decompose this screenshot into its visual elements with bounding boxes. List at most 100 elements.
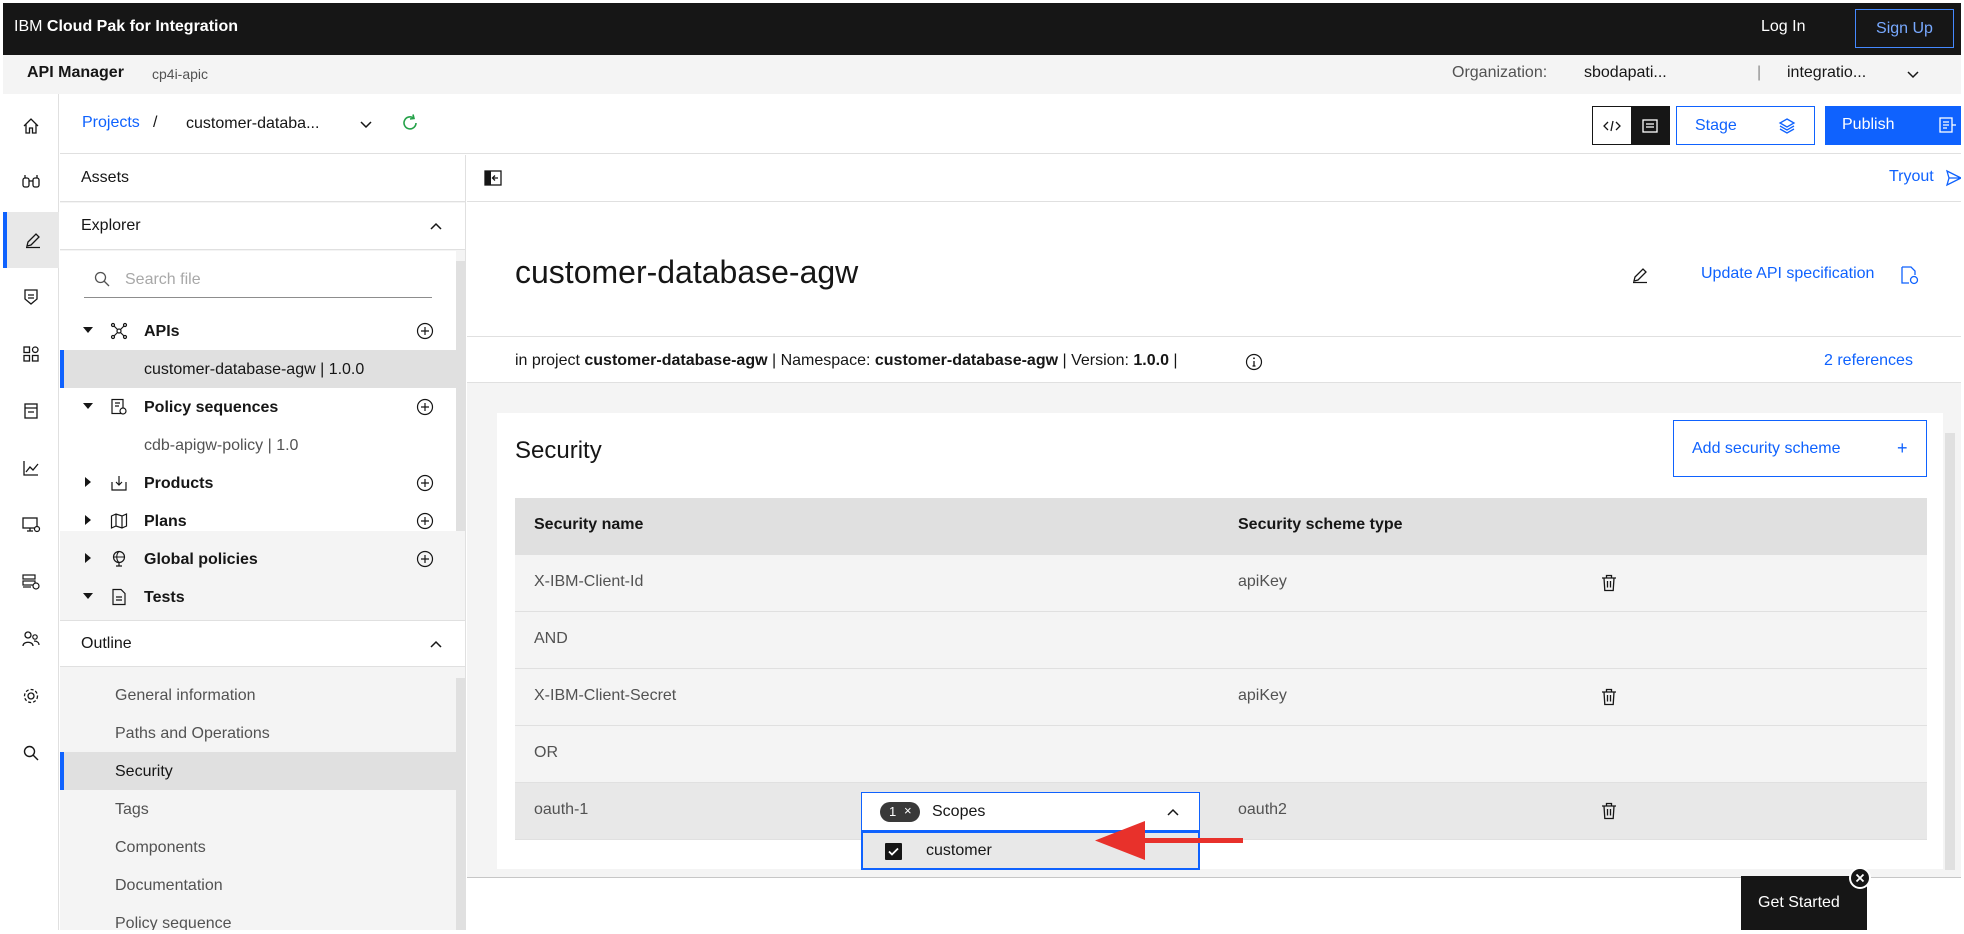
tree-item-apis[interactable]: APIs (60, 312, 456, 350)
chevron-up-icon[interactable] (428, 637, 444, 658)
add-icon[interactable] (416, 398, 434, 416)
main-scrollbar[interactable] (1945, 433, 1955, 870)
update-api-specification-link[interactable]: Update API specification (1701, 265, 1874, 283)
breadcrumb-projects-link[interactable]: Projects (82, 114, 140, 132)
source-view-button[interactable] (1593, 107, 1631, 144)
chevron-up-icon[interactable] (1165, 805, 1181, 821)
close-icon[interactable] (1849, 867, 1871, 889)
add-icon[interactable] (416, 322, 434, 340)
login-link[interactable]: Log In (1761, 18, 1805, 36)
trash-icon[interactable] (1601, 802, 1617, 820)
explorer-panel: Assets Explorer Search file APIs custome… (60, 155, 466, 930)
explore-icon[interactable] (3, 154, 59, 210)
monitor-icon[interactable] (3, 497, 59, 553)
divider (467, 877, 1961, 878)
edit-icon[interactable] (1631, 266, 1649, 284)
divider (467, 201, 1961, 202)
tree-item-label: Products (144, 475, 214, 492)
tree-item-label: Tests (144, 589, 185, 606)
tryout-link[interactable]: Tryout (1889, 168, 1934, 186)
outline-item-components[interactable]: Components (60, 828, 456, 866)
catalog-icon[interactable] (3, 383, 59, 439)
resources-icon[interactable] (3, 554, 59, 610)
checkbox-checked-icon[interactable] (885, 843, 902, 860)
explorer-header[interactable]: Explorer (60, 203, 465, 250)
assets-header[interactable]: Assets (60, 155, 465, 202)
update-document-icon[interactable] (1899, 265, 1919, 285)
outline-item-documentation[interactable]: Documentation (60, 866, 456, 904)
sync-icon[interactable] (400, 113, 420, 133)
policy-sequence-icon (111, 398, 127, 415)
outline-item-general-information[interactable]: General information (60, 676, 456, 714)
instance-name: cp4i-apic (152, 66, 209, 82)
outline-item-security[interactable]: Security (60, 752, 456, 790)
analytics-icon[interactable] (3, 440, 59, 496)
tree-item-api-customer-database-agw[interactable]: customer-database-agw | 1.0.0 (60, 350, 456, 388)
list-icon (1642, 118, 1658, 133)
table-row: oauth-1 1 × Scopes oauth2 customer (515, 783, 1927, 870)
caret-right-icon[interactable] (85, 477, 91, 487)
api-info-text: in project customer-database-agw | Names… (515, 352, 1178, 369)
tree-item-products[interactable]: Products (60, 464, 456, 502)
organization-selector[interactable]: sbodapati... (1584, 64, 1667, 82)
tree-item-label: Global policies (144, 551, 258, 568)
tree-item-policy-cdb-apigw[interactable]: cdb-apigw-policy | 1.0 (60, 426, 456, 464)
outline-item-label: Components (115, 839, 206, 856)
policy-icon[interactable] (3, 269, 59, 325)
publish-button[interactable]: Publish (1825, 106, 1961, 145)
table-header: Security name Security scheme type (515, 498, 1927, 555)
outline-header[interactable]: Outline (60, 620, 465, 667)
outline-item-policy-sequence[interactable]: Policy sequence (60, 904, 456, 930)
caret-right-icon[interactable] (85, 553, 91, 563)
explorer-scrollbar[interactable] (456, 261, 465, 531)
outline-scrollbar[interactable] (456, 678, 465, 930)
form-view-button[interactable] (1631, 107, 1669, 144)
caret-right-icon[interactable] (85, 515, 91, 525)
send-icon[interactable] (1945, 169, 1961, 187)
tree-item-policy-sequences[interactable]: Policy sequences (60, 388, 456, 426)
catalog-selector[interactable]: integratio... (1787, 64, 1866, 82)
chevron-up-icon[interactable] (428, 219, 444, 240)
members-icon[interactable] (3, 611, 59, 667)
apps-icon[interactable] (3, 326, 59, 382)
scopes-label: Scopes (932, 803, 986, 820)
outline-item-tags[interactable]: Tags (60, 790, 456, 828)
signup-button[interactable]: Sign Up (1855, 9, 1954, 48)
trash-icon[interactable] (1601, 688, 1617, 706)
caret-down-icon[interactable] (83, 327, 93, 333)
top-bar: IBM Cloud Pak for Integration Log In Sig… (3, 3, 1961, 55)
search-icon[interactable] (3, 725, 59, 781)
tree-item-tests[interactable]: Tests (60, 578, 456, 616)
project-selector[interactable]: customer-databa... (186, 115, 319, 133)
outline-item-paths-and-operations[interactable]: Paths and Operations (60, 714, 456, 752)
chevron-down-icon[interactable] (358, 116, 374, 132)
publish-icon (1937, 115, 1957, 140)
caret-down-icon[interactable] (83, 403, 93, 409)
product-icon (111, 476, 127, 491)
add-icon[interactable] (416, 474, 434, 492)
outline-item-label: Paths and Operations (115, 725, 270, 742)
references-link[interactable]: 2 references (1824, 352, 1913, 370)
get-started-button[interactable]: Get Started (1741, 876, 1867, 930)
stage-button-label: Stage (1695, 117, 1737, 134)
search-file-input[interactable]: Search file (84, 261, 432, 298)
collapse-panel-icon[interactable] (484, 170, 502, 186)
stage-button[interactable]: Stage (1676, 106, 1815, 145)
tree-item-global-policies[interactable]: Global policies (60, 540, 456, 578)
code-icon (1603, 120, 1621, 131)
tree-item-plans[interactable]: Plans (60, 502, 456, 540)
edit-icon[interactable] (3, 212, 59, 268)
clear-selection-icon[interactable]: × (904, 803, 912, 818)
api-icon (110, 322, 128, 340)
stage-icon (1777, 116, 1797, 141)
add-icon[interactable] (416, 550, 434, 568)
home-icon[interactable] (3, 98, 59, 154)
trash-icon[interactable] (1601, 574, 1617, 592)
selected-count-tag[interactable]: 1 × (880, 802, 920, 822)
settings-icon[interactable] (3, 668, 59, 724)
add-icon[interactable] (416, 512, 434, 530)
chevron-down-icon[interactable] (1905, 66, 1921, 82)
add-security-scheme-button[interactable]: Add security scheme + (1673, 420, 1927, 477)
info-icon[interactable] (1245, 353, 1263, 371)
caret-down-icon[interactable] (83, 593, 93, 599)
